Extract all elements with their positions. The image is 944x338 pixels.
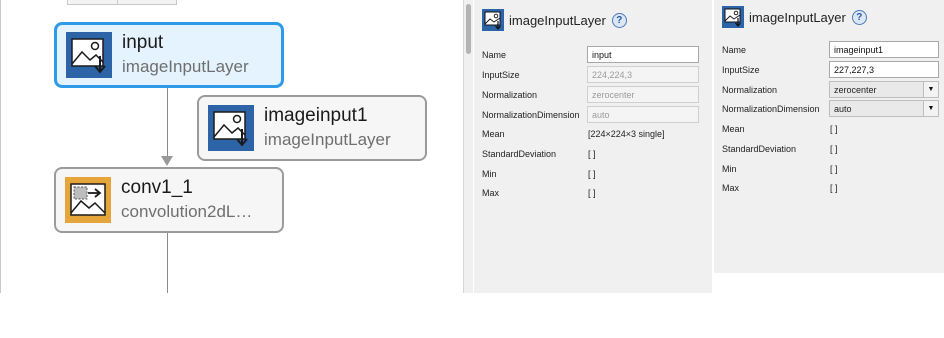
- normalizationdimension-dropdown[interactable]: auto ▼: [829, 100, 939, 117]
- chevron-down-icon[interactable]: ▼: [923, 101, 938, 116]
- property-label-standarddeviation: StandardDeviation: [722, 144, 797, 154]
- node-type: imageInputLayer: [122, 57, 249, 76]
- scrollbar-thumb[interactable]: [466, 4, 471, 54]
- canvas-scrollbar[interactable]: [463, 0, 473, 293]
- normalization-selected: zerocenter: [834, 85, 877, 95]
- property-label-name: Name: [482, 50, 507, 60]
- inputsize-field[interactable]: 227,227,3: [829, 61, 939, 78]
- node-type: imageInputLayer: [264, 130, 391, 149]
- properties-panel-input: imageInputLayer ? Name input InputSize 2…: [474, 0, 712, 293]
- convolution2d-layer-icon: [65, 177, 111, 223]
- connection-line: [167, 86, 168, 158]
- image-input-layer-icon: [722, 6, 744, 28]
- max-value: [ ]: [588, 188, 596, 198]
- node-name: conv1_1: [121, 177, 193, 198]
- tab-edge[interactable]: [67, 0, 119, 5]
- panel-header: imageInputLayer ?: [722, 6, 867, 28]
- node-type: convolution2dL…: [121, 202, 253, 221]
- mean-value: [224×224×3 single]: [588, 129, 665, 139]
- help-icon[interactable]: ?: [851, 9, 867, 25]
- min-value: [ ]: [588, 169, 596, 179]
- property-label-normalization: Normalization: [482, 90, 538, 100]
- layer-node-conv1_1[interactable]: conv1_1 convolution2dL…: [54, 167, 284, 233]
- property-label-normalizationdimension: NormalizationDimension: [722, 104, 820, 114]
- image-input-layer-icon: [482, 9, 504, 31]
- normalizationdimension-field: auto: [587, 106, 699, 123]
- layer-node-input[interactable]: input imageInputLayer: [54, 22, 284, 88]
- name-field[interactable]: input: [587, 46, 699, 63]
- name-field[interactable]: imageinput1: [829, 41, 939, 58]
- normalization-field: zerocenter: [587, 86, 699, 103]
- min-value: [ ]: [830, 164, 838, 174]
- property-label-min: Min: [482, 169, 497, 179]
- properties-panel-imageinput1: imageInputLayer ? Name imageinput1 Input…: [714, 0, 944, 273]
- connection-arrowhead: [161, 156, 173, 166]
- property-label-mean: Mean: [722, 124, 745, 134]
- panel-title: imageInputLayer: [749, 9, 846, 25]
- panel-header: imageInputLayer ?: [482, 9, 627, 31]
- property-label-normalization: Normalization: [722, 85, 778, 95]
- image-input-layer-icon: [66, 32, 112, 78]
- layer-node-imageinput1[interactable]: imageinput1 imageInputLayer: [197, 95, 427, 161]
- standarddeviation-value: [ ]: [588, 149, 596, 159]
- node-name: input: [122, 32, 164, 53]
- property-label-name: Name: [722, 45, 747, 55]
- property-label-min: Min: [722, 164, 737, 174]
- help-icon[interactable]: ?: [611, 12, 627, 28]
- connection-line: [167, 232, 168, 293]
- tab-edge[interactable]: [117, 0, 177, 5]
- property-label-mean: Mean: [482, 129, 505, 139]
- image-input-layer-icon: [208, 105, 254, 151]
- network-canvas[interactable]: input imageInputLayer imageinput1 imageI…: [0, 0, 463, 293]
- normalizationdimension-selected: auto: [834, 104, 852, 114]
- max-value: [ ]: [830, 183, 838, 193]
- tab-strip: [1, 0, 181, 5]
- node-name: imageinput1: [264, 105, 368, 126]
- property-label-max: Max: [722, 183, 740, 193]
- normalization-dropdown[interactable]: zerocenter ▼: [829, 81, 939, 98]
- panel-title: imageInputLayer: [509, 12, 606, 28]
- standarddeviation-value: [ ]: [830, 144, 838, 154]
- inputsize-field: 224,224,3: [587, 66, 699, 83]
- property-label-normalizationdimension: NormalizationDimension: [482, 110, 580, 120]
- property-label-max: Max: [482, 188, 500, 198]
- property-label-inputsize: InputSize: [722, 65, 760, 75]
- property-label-standarddeviation: StandardDeviation: [482, 149, 557, 159]
- mean-value: [ ]: [830, 124, 838, 134]
- property-label-inputsize: InputSize: [482, 70, 520, 80]
- chevron-down-icon[interactable]: ▼: [923, 82, 938, 97]
